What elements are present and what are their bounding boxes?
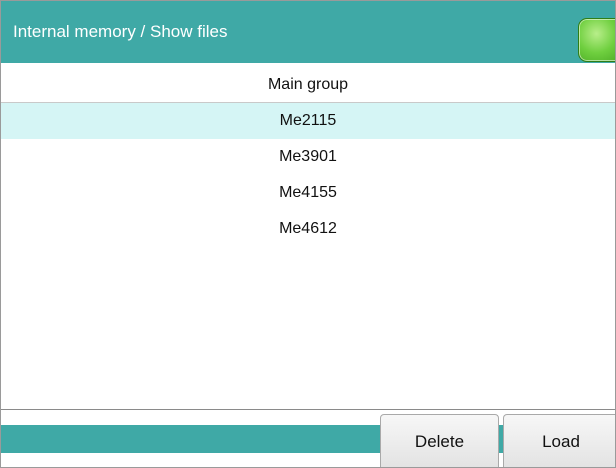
page-title: Internal memory / Show files bbox=[13, 22, 228, 41]
file-list: Main group Me2115 Me3901 Me4155 Me4612 bbox=[1, 67, 615, 409]
status-indicator-icon[interactable] bbox=[578, 18, 615, 62]
list-item[interactable]: Me3901 bbox=[1, 139, 615, 175]
divider bbox=[1, 409, 615, 410]
list-item[interactable]: Me4155 bbox=[1, 175, 615, 211]
delete-button[interactable]: Delete bbox=[380, 414, 499, 467]
dialog-window: Internal memory / Show files Main group … bbox=[0, 0, 616, 468]
title-bar: Internal memory / Show files bbox=[1, 1, 615, 63]
list-item[interactable]: Me2115 bbox=[1, 103, 615, 139]
list-item[interactable]: Me4612 bbox=[1, 211, 615, 247]
load-button[interactable]: Load bbox=[503, 414, 615, 467]
column-header: Main group bbox=[1, 67, 615, 103]
